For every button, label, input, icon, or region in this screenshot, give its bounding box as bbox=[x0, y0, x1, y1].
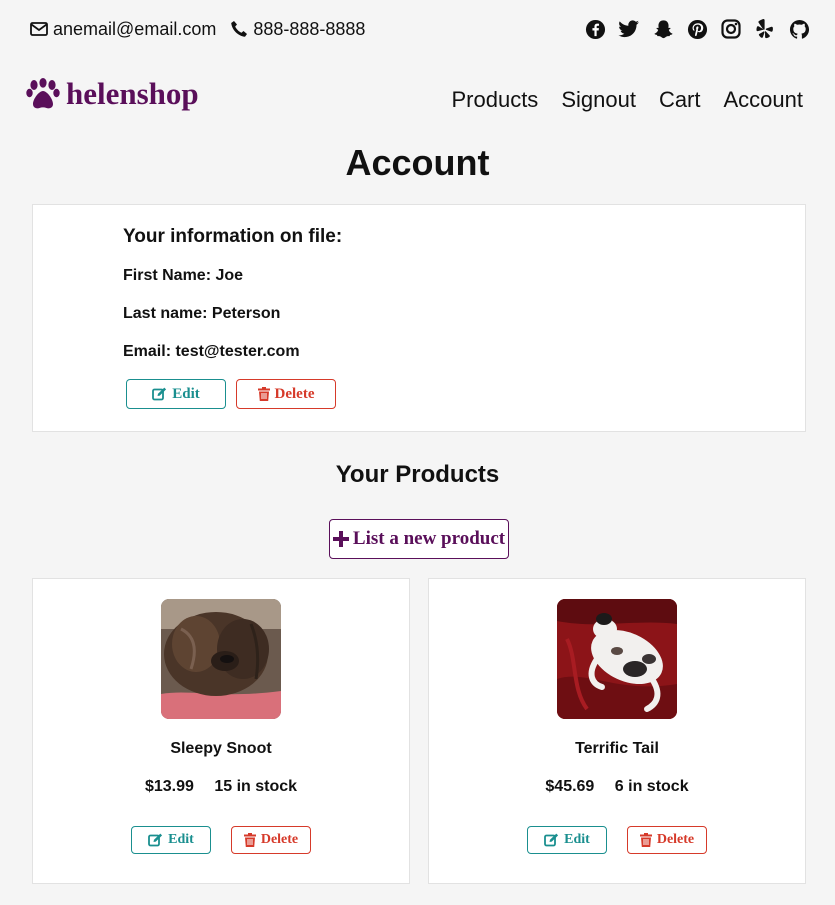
page-title: Account bbox=[345, 142, 490, 183]
twitter-icon[interactable] bbox=[618, 18, 640, 40]
edit-label: Edit bbox=[172, 385, 200, 402]
nav-account[interactable]: Account bbox=[724, 87, 804, 113]
brand-name: helenshop bbox=[66, 76, 199, 111]
last-name: Last name: Peterson bbox=[123, 305, 281, 322]
instagram-icon[interactable] bbox=[720, 18, 742, 40]
product-price: $45.69 bbox=[545, 778, 595, 795]
social-links bbox=[572, 18, 810, 40]
email-text: anemail@email.com bbox=[53, 18, 217, 39]
main-nav: Products Signout Cart Account bbox=[428, 75, 803, 113]
product-card: Sleepy Snoot $13.99 15 in stock Edit Del… bbox=[32, 578, 410, 884]
list-new-product-button[interactable]: List a new product bbox=[329, 519, 509, 559]
contact-info: anemail@email.com 888-888-8888 bbox=[30, 19, 379, 40]
product-photo-cat[interactable] bbox=[557, 599, 677, 719]
product-meta: $45.69 6 in stock bbox=[429, 778, 805, 796]
product-stock: 15 in stock bbox=[214, 778, 298, 795]
product-price: $13.99 bbox=[144, 778, 194, 795]
email-contact[interactable]: anemail@email.com bbox=[30, 19, 216, 40]
delete-label: Delete bbox=[656, 832, 695, 847]
phone-icon bbox=[231, 21, 248, 37]
yelp-icon[interactable] bbox=[754, 18, 776, 40]
edit-icon bbox=[148, 833, 163, 847]
products-section-title: Your Products bbox=[335, 461, 500, 488]
paw-icon bbox=[26, 78, 60, 109]
phone-text: 888-888-8888 bbox=[253, 18, 366, 39]
nav-signout[interactable]: Signout bbox=[561, 87, 636, 113]
pinterest-icon[interactable] bbox=[686, 18, 708, 40]
delete-product-button[interactable]: Delete bbox=[627, 826, 707, 854]
info-heading: Your information on file: bbox=[123, 226, 343, 247]
nav-products[interactable]: Products bbox=[451, 87, 538, 113]
edit-icon bbox=[544, 833, 559, 847]
product-name: Sleepy Snoot bbox=[170, 740, 272, 757]
product-meta: $13.99 15 in stock bbox=[33, 778, 409, 796]
trash-icon bbox=[639, 833, 652, 847]
edit-product-button[interactable]: Edit bbox=[527, 826, 607, 854]
plus-icon bbox=[332, 531, 349, 547]
info-actions: Edit Delete bbox=[126, 379, 805, 409]
envelope-icon bbox=[30, 22, 48, 36]
trash-icon bbox=[243, 833, 256, 847]
first-name: First Name: Joe bbox=[123, 267, 244, 284]
trash-icon bbox=[257, 387, 270, 401]
new-product-label: List a new product bbox=[352, 528, 506, 549]
product-card: Terrific Tail $45.69 6 in stock Edit Del… bbox=[428, 578, 806, 884]
phone-contact[interactable]: 888-888-8888 bbox=[230, 19, 365, 40]
product-actions: Edit Delete bbox=[33, 826, 409, 854]
edit-label: Edit bbox=[168, 832, 194, 847]
github-icon[interactable] bbox=[788, 18, 810, 40]
product-actions: Edit Delete bbox=[429, 826, 805, 854]
brand-logo[interactable]: helenshop bbox=[26, 76, 199, 112]
account-info-panel: Your information on file: First Name: Jo… bbox=[32, 204, 806, 432]
top-bar: anemail@email.com 888-888-8888 bbox=[30, 16, 810, 42]
edit-product-button[interactable]: Edit bbox=[131, 826, 211, 854]
product-name: Terrific Tail bbox=[575, 740, 659, 757]
product-stock: 6 in stock bbox=[614, 778, 689, 795]
delete-label: Delete bbox=[274, 385, 315, 402]
delete-account-button[interactable]: Delete bbox=[236, 379, 336, 409]
edit-account-button[interactable]: Edit bbox=[126, 379, 226, 409]
snapchat-icon[interactable] bbox=[652, 18, 674, 40]
email: Email: test@tester.com bbox=[123, 343, 300, 360]
facebook-icon[interactable] bbox=[584, 18, 606, 40]
navbar: helenshop Products Signout Cart Account bbox=[26, 72, 803, 116]
product-photo-dog[interactable] bbox=[161, 599, 281, 719]
edit-label: Edit bbox=[564, 832, 590, 847]
delete-product-button[interactable]: Delete bbox=[231, 826, 311, 854]
delete-label: Delete bbox=[260, 832, 299, 847]
nav-cart[interactable]: Cart bbox=[659, 87, 701, 113]
edit-icon bbox=[152, 387, 167, 401]
